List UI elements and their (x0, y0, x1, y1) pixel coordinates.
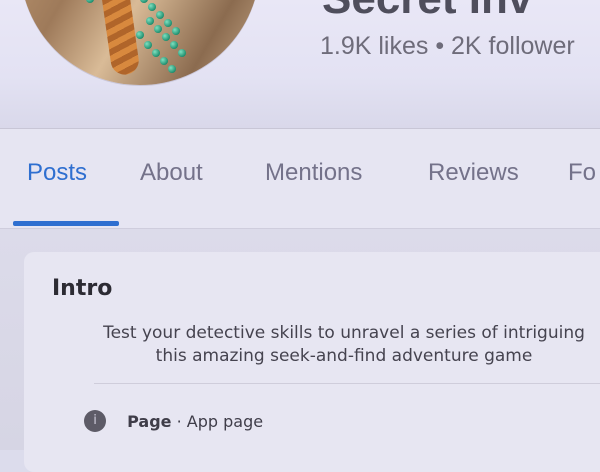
page-type-separator: · (171, 411, 187, 431)
avatar-bead (86, 0, 94, 3)
tab-bar: Posts About Mentions Reviews Fo (0, 129, 600, 229)
avatar-bead (152, 49, 160, 57)
intro-card: Intro Test your detective skills to unra… (24, 252, 600, 472)
tab-posts[interactable]: Posts (27, 159, 87, 187)
page-type-label: Page · App page (127, 412, 263, 431)
page-type-prefix: Page (127, 411, 172, 431)
intro-description-line: this amazing seek-and-find adventure gam… (155, 346, 533, 366)
avatar-bead (164, 19, 172, 27)
tab-reviews[interactable]: Reviews (428, 159, 519, 187)
avatar-bead (140, 0, 148, 3)
tab-followers[interactable]: Fo (568, 159, 596, 187)
intro-heading: Intro (52, 276, 113, 301)
page-stats[interactable]: 1.9K likes • 2K follower (320, 32, 575, 61)
avatar-bead (160, 57, 168, 65)
active-tab-indicator (13, 221, 119, 226)
avatar-bead (154, 25, 162, 33)
avatar-bead (170, 41, 178, 49)
intro-description-line: Test your detective skills to unravel a … (103, 323, 585, 343)
avatar-bead (162, 33, 170, 41)
info-icon: i (84, 410, 106, 432)
page-type-category[interactable]: App page (187, 412, 263, 431)
avatar-bead (156, 11, 164, 19)
tab-about[interactable]: About (140, 159, 203, 187)
page-title[interactable]: Secret Inv (322, 0, 532, 24)
avatar-braid-detail (97, 0, 141, 77)
avatar-bead (136, 31, 144, 39)
avatar-bead (168, 65, 176, 73)
profile-avatar[interactable] (20, 0, 260, 85)
profile-header: Secret Inv 1.9K likes • 2K follower (0, 0, 600, 128)
intro-divider (94, 383, 600, 384)
page-type-row: i Page · App page (84, 410, 263, 434)
intro-description: Test your detective skills to unravel a … (64, 322, 600, 368)
avatar-bead (146, 17, 154, 25)
avatar-bead (144, 41, 152, 49)
avatar-bead (178, 49, 186, 57)
avatar-bead (172, 27, 180, 35)
avatar-bead (148, 3, 156, 11)
tab-mentions[interactable]: Mentions (265, 159, 362, 187)
